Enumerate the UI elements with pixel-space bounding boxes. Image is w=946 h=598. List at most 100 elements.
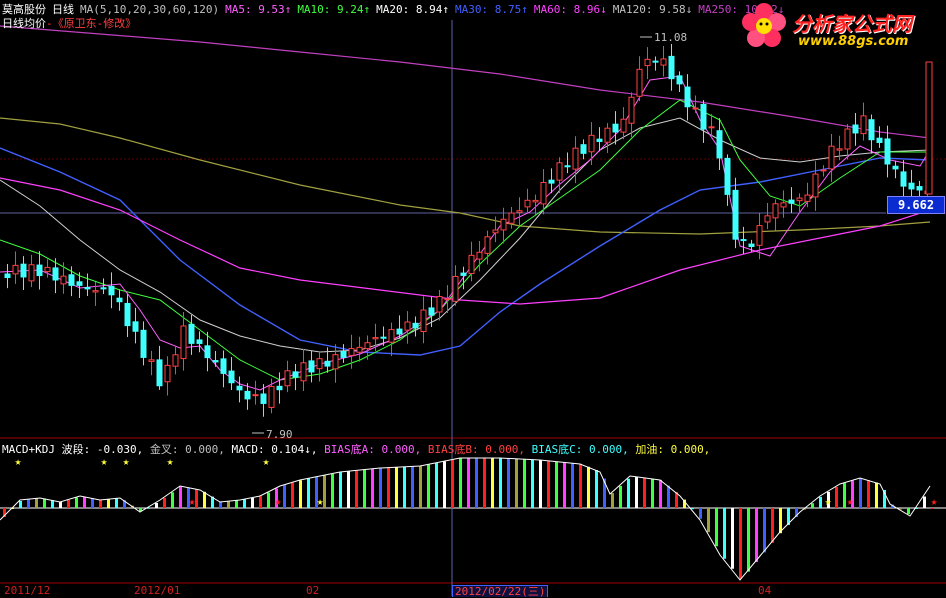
candle-body xyxy=(332,354,339,370)
macd-bar xyxy=(443,461,446,508)
candle-body xyxy=(36,264,43,277)
macd-bar xyxy=(459,458,462,508)
signal-star-icon: ★ xyxy=(317,495,324,508)
candle-body xyxy=(652,60,659,63)
candle-body xyxy=(684,86,691,108)
average-label: 日线均价 xyxy=(2,17,46,30)
macd-bar xyxy=(483,458,486,508)
candle-body xyxy=(524,199,531,208)
macd-bar xyxy=(875,482,878,508)
macd-bar xyxy=(835,487,838,508)
macd-bar xyxy=(243,499,246,508)
candle-body xyxy=(916,186,923,191)
candle-body xyxy=(892,165,899,170)
date-label: 04 xyxy=(758,584,772,597)
candle-body xyxy=(372,337,379,340)
ma60-line xyxy=(0,147,931,356)
macd-histogram xyxy=(3,458,934,579)
macd-bar xyxy=(323,475,326,508)
macd-bar xyxy=(539,459,542,508)
candle-body xyxy=(564,165,571,168)
flower-logo-icon xyxy=(742,3,786,47)
macd-bar xyxy=(419,466,422,508)
macd-bar xyxy=(195,489,198,508)
macd-bar xyxy=(107,499,110,508)
macd-bar xyxy=(387,467,390,508)
macd-bar xyxy=(331,473,334,508)
macd-bar xyxy=(499,458,502,508)
candle-body xyxy=(788,199,795,204)
candle-body xyxy=(412,322,419,329)
macd-bar xyxy=(739,508,742,579)
candle-body xyxy=(716,130,723,159)
candle-body xyxy=(212,360,219,363)
macd-bar xyxy=(571,463,574,508)
macd-bar xyxy=(403,466,406,508)
candle-body xyxy=(68,274,75,286)
candle-body xyxy=(4,273,11,279)
macd-bar xyxy=(27,499,30,508)
candle-body xyxy=(276,385,283,391)
candle-body xyxy=(764,215,771,223)
macd-bar xyxy=(379,468,382,508)
macd-bar xyxy=(515,458,518,508)
low-price-label: 7.90 xyxy=(266,428,293,441)
candle-body xyxy=(876,137,883,143)
candle-body xyxy=(260,393,267,404)
candle-body xyxy=(244,390,251,400)
signal-star-icon: ★ xyxy=(275,495,282,508)
kline-chart[interactable]: ★ ★ ★ ★ ★★ ★ ★ ★★ ★ xyxy=(0,0,946,596)
macd-bar xyxy=(707,508,710,533)
indicator-header: MACD+KDJ 波段: -0.030, 金叉: 0.000, MACD: 0.… xyxy=(2,441,710,457)
candle-body xyxy=(268,386,275,408)
macd-bar xyxy=(267,492,270,508)
macd-bar xyxy=(395,467,398,508)
macd-bar xyxy=(699,508,702,519)
signal-star-icon: ★ xyxy=(931,495,938,508)
candle-body xyxy=(812,173,819,198)
candle-body xyxy=(364,342,371,350)
candle-body xyxy=(380,336,387,339)
macd-bar xyxy=(427,464,430,508)
candle-body xyxy=(780,202,787,208)
candle-body xyxy=(660,58,667,66)
ma60-value: MA60: 8.96↓ xyxy=(533,3,607,16)
macd-bar xyxy=(355,470,358,508)
macd-bar xyxy=(347,471,350,508)
ma10-value: MA10: 9.24↑ xyxy=(297,3,371,16)
indicator-title[interactable]: MACD+KDJ xyxy=(2,443,55,456)
macd-bar xyxy=(19,501,22,508)
candle-body xyxy=(452,275,459,302)
macd-bar xyxy=(283,485,286,508)
logo-url: www.88gs.com xyxy=(798,34,909,49)
candle-body xyxy=(628,96,635,124)
candle-body xyxy=(820,169,827,172)
candle-body xyxy=(444,298,451,301)
ma5-line xyxy=(0,75,931,391)
macd-bar xyxy=(475,458,478,508)
site-logo: 分析家公式网 www.88gs.com xyxy=(740,2,940,54)
macd-bar xyxy=(651,478,654,508)
current-price-box: 9.662 xyxy=(887,196,945,214)
candle-body xyxy=(340,350,347,358)
candle-body xyxy=(884,138,891,165)
macd-bar xyxy=(163,497,166,508)
candle-body xyxy=(580,144,587,154)
candle-body xyxy=(516,210,523,213)
macd-bar xyxy=(867,480,870,508)
candle-body xyxy=(388,329,395,343)
candle-body xyxy=(172,354,179,367)
bias-b-value: BIAS底B: 0.000, xyxy=(427,443,525,456)
candle-body xyxy=(436,296,443,313)
candle-body xyxy=(60,275,67,285)
candle-body xyxy=(228,370,235,384)
candle-body xyxy=(404,321,411,331)
ma20-line xyxy=(0,177,931,305)
candle-body xyxy=(852,124,859,134)
ma120-value: MA120: 9.58↓ xyxy=(612,3,693,16)
candle-body xyxy=(476,251,483,260)
candle-body xyxy=(500,218,507,231)
macd-bar xyxy=(467,458,470,508)
candle-body xyxy=(620,118,627,133)
macd-bar xyxy=(667,485,670,508)
